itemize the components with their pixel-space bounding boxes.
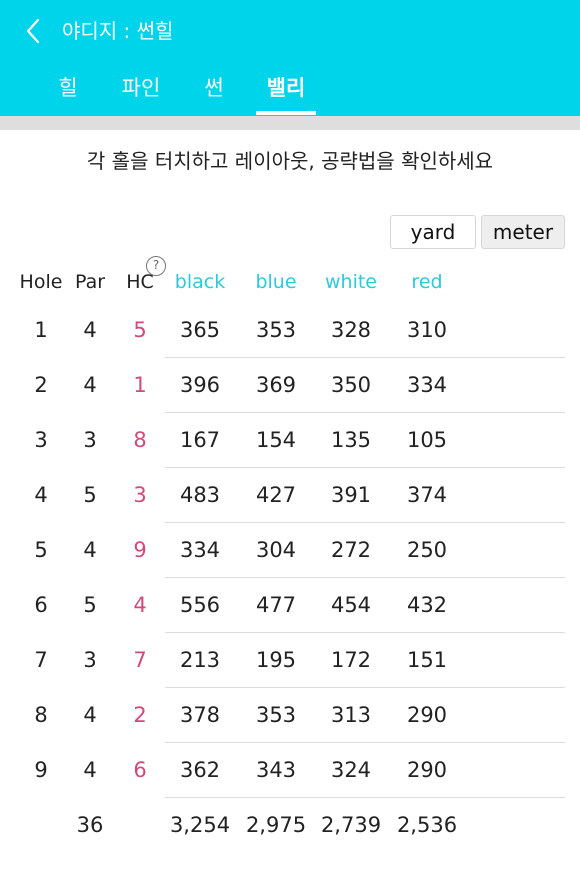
table-row[interactable]: 4 5 3 483 427 391 374	[0, 468, 580, 523]
white-distance: 350	[330, 373, 372, 397]
black-distance: 378	[179, 703, 221, 727]
handicap-value: 4	[133, 593, 147, 617]
hole-number: 2	[34, 373, 48, 397]
red-distance: 250	[406, 538, 448, 562]
par-value: 4	[83, 703, 97, 727]
hole-number: 5	[34, 538, 48, 562]
total-white: 2,739	[320, 813, 382, 837]
white-distance: 272	[330, 538, 372, 562]
red-distance: 105	[406, 428, 448, 452]
blue-distance: 353	[255, 318, 297, 342]
page-title: 야디지 : 썬힐	[62, 19, 174, 43]
par-value: 5	[83, 483, 97, 507]
column-header-red: red	[411, 271, 443, 293]
table-row[interactable]: 5 4 9 334 304 272 250	[0, 523, 580, 578]
column-header-par: Par	[74, 271, 106, 293]
active-tab-indicator	[256, 111, 316, 115]
par-value: 4	[83, 758, 97, 782]
handicap-value: 8	[133, 428, 147, 452]
red-distance: 374	[406, 483, 448, 507]
black-distance: 334	[179, 538, 221, 562]
instruction-text: 각 홀을 터치하고 레이아웃, 공략법을 확인하세요	[86, 149, 494, 173]
blue-distance: 304	[255, 538, 297, 562]
handicap-value: 3	[133, 483, 147, 507]
header-divider	[0, 116, 580, 130]
blue-distance: 343	[255, 758, 297, 782]
black-distance: 362	[179, 758, 221, 782]
black-distance: 167	[179, 428, 221, 452]
tab-valley[interactable]: 밸리	[256, 70, 316, 110]
hole-number: 8	[34, 703, 48, 727]
black-distance: 365	[179, 318, 221, 342]
white-distance: 328	[330, 318, 372, 342]
blue-distance: 369	[255, 373, 297, 397]
red-distance: 334	[406, 373, 448, 397]
red-distance: 290	[406, 758, 448, 782]
black-distance: 556	[179, 593, 221, 617]
black-distance: 396	[179, 373, 221, 397]
red-distance: 310	[406, 318, 448, 342]
yard-button[interactable]: yard	[390, 215, 476, 249]
par-value: 3	[83, 648, 97, 672]
par-value: 4	[83, 318, 97, 342]
total-row: 36 3,254 2,975 2,739 2,536	[0, 798, 580, 853]
table-row[interactable]: 9 4 6 362 343 324 290	[0, 743, 580, 798]
table-row[interactable]: 8 4 2 378 353 313 290	[0, 688, 580, 743]
blue-distance: 154	[255, 428, 297, 452]
blue-distance: 427	[255, 483, 297, 507]
par-value: 5	[83, 593, 97, 617]
white-distance: 313	[330, 703, 372, 727]
par-value: 4	[83, 373, 97, 397]
back-button[interactable]	[18, 14, 48, 48]
table-row[interactable]: 2 4 1 396 369 350 334	[0, 358, 580, 413]
table-row[interactable]: 7 3 7 213 195 172 151	[0, 633, 580, 688]
red-distance: 432	[406, 593, 448, 617]
hole-number: 3	[34, 428, 48, 452]
blue-distance: 195	[255, 648, 297, 672]
column-header-blue: blue	[255, 271, 297, 293]
blue-distance: 477	[255, 593, 297, 617]
white-distance: 454	[330, 593, 372, 617]
app-header: 야디지 : 썬힐 힐 파인 썬 밸리	[0, 0, 580, 116]
total-blue: 2,975	[245, 813, 307, 837]
total-black: 3,254	[169, 813, 231, 837]
column-header-hole: Hole	[19, 271, 63, 293]
red-distance: 290	[406, 703, 448, 727]
black-distance: 213	[179, 648, 221, 672]
handicap-value: 9	[133, 538, 147, 562]
table-row[interactable]: 6 5 4 556 477 454 432	[0, 578, 580, 633]
par-value: 4	[83, 538, 97, 562]
tab-sun[interactable]: 썬	[192, 70, 236, 110]
total-par: 36	[76, 813, 104, 837]
meter-button[interactable]: meter	[481, 215, 565, 249]
column-header-black: black	[174, 271, 226, 293]
column-header-white: white	[325, 271, 377, 293]
red-distance: 151	[406, 648, 448, 672]
tab-hill[interactable]: 힐	[46, 70, 90, 110]
hole-number: 9	[34, 758, 48, 782]
handicap-value: 5	[133, 318, 147, 342]
total-red: 2,536	[396, 813, 458, 837]
handicap-value: 6	[133, 758, 147, 782]
par-value: 3	[83, 428, 97, 452]
white-distance: 324	[330, 758, 372, 782]
hole-number: 1	[34, 318, 48, 342]
chevron-left-icon	[26, 18, 40, 44]
help-icon[interactable]: ?	[146, 256, 166, 276]
hole-number: 6	[34, 593, 48, 617]
tab-pine[interactable]: 파인	[112, 70, 170, 110]
blue-distance: 353	[255, 703, 297, 727]
hole-number: 7	[34, 648, 48, 672]
hole-number: 4	[34, 483, 48, 507]
white-distance: 391	[330, 483, 372, 507]
table-row[interactable]: 3 3 8 167 154 135 105	[0, 413, 580, 468]
black-distance: 483	[179, 483, 221, 507]
handicap-value: 1	[133, 373, 147, 397]
handicap-value: 7	[133, 648, 147, 672]
white-distance: 172	[330, 648, 372, 672]
white-distance: 135	[330, 428, 372, 452]
handicap-value: 2	[133, 703, 147, 727]
table-row[interactable]: 1 4 5 365 353 328 310	[0, 303, 580, 358]
